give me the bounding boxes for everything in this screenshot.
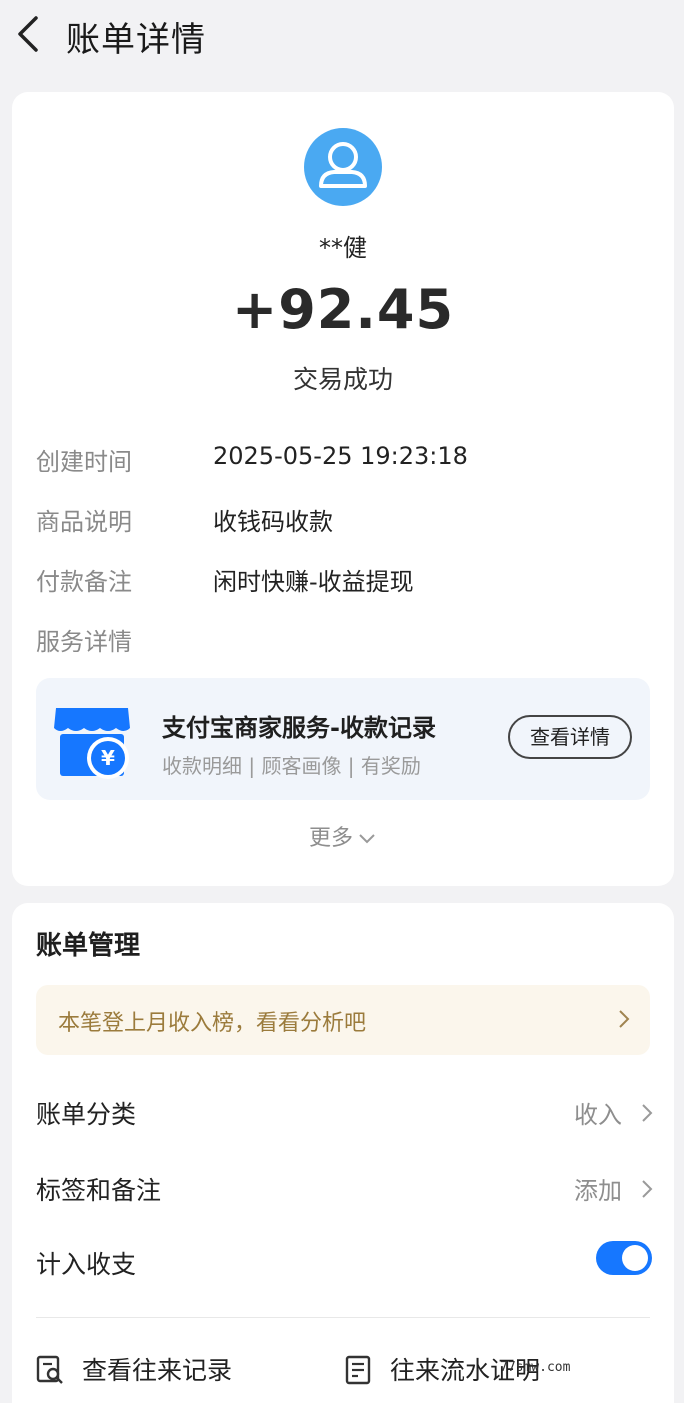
transaction-status: 交易成功 bbox=[292, 365, 393, 394]
detail-value: 收钱码收款 bbox=[213, 508, 333, 536]
more-label: 更多 bbox=[308, 826, 353, 851]
detail-label: 付款备注 bbox=[36, 568, 132, 596]
bill-category-row[interactable]: 账单分类 收入 bbox=[36, 1083, 654, 1143]
divider bbox=[36, 1317, 650, 1318]
view-details-button[interactable]: 查看详情 bbox=[508, 715, 632, 759]
certificate-icon bbox=[345, 1355, 371, 1385]
service-subtitle: 收款明细 | 顾客画像 | 有奖励 bbox=[162, 754, 421, 778]
tags-remarks-row[interactable]: 标签和备注 添加 bbox=[36, 1159, 654, 1219]
shop-yuan-icon: ¥ bbox=[54, 708, 130, 779]
row-label: 账单分类 bbox=[36, 1100, 137, 1129]
back-button[interactable] bbox=[12, 14, 46, 54]
payer-name: **健 bbox=[319, 234, 367, 262]
detail-value: 2025-05-25 19:23:18 bbox=[213, 442, 468, 470]
chevron-right-icon bbox=[642, 1104, 653, 1122]
bill-management-card: 账单管理 本笔登上月收入榜，看看分析吧 账单分类 收入 标签和备注 添加 计入收… bbox=[12, 903, 674, 1403]
view-history-link[interactable]: 查看往来记录 bbox=[36, 1351, 276, 1391]
page-title: 账单详情 bbox=[66, 20, 206, 60]
section-title: 账单管理 bbox=[36, 931, 141, 961]
detail-row-service: 服务详情 bbox=[36, 622, 656, 662]
avatar[interactable] bbox=[304, 128, 382, 206]
svg-text:¥: ¥ bbox=[101, 746, 115, 770]
row-value: 收入 bbox=[574, 1101, 622, 1129]
detail-row-remark: 付款备注 闲时快赚-收益提现 bbox=[36, 562, 656, 602]
chevron-down-icon bbox=[359, 834, 375, 844]
detail-label: 服务详情 bbox=[36, 628, 132, 656]
row-value: 添加 bbox=[574, 1177, 622, 1205]
user-icon bbox=[319, 142, 367, 188]
toggle-knob bbox=[622, 1245, 648, 1271]
banner-text: 本笔登上月收入榜，看看分析吧 bbox=[58, 1011, 367, 1036]
income-rank-banner[interactable]: 本笔登上月收入榜，看看分析吧 bbox=[36, 985, 650, 1055]
detail-row-product: 商品说明 收钱码收款 bbox=[36, 502, 656, 542]
back-arrow-icon bbox=[18, 16, 38, 52]
more-toggle[interactable]: 更多 bbox=[12, 820, 674, 852]
detail-label: 创建时间 bbox=[36, 448, 132, 476]
detail-row-created-time: 创建时间 2025-05-25 19:23:18 bbox=[36, 442, 656, 482]
row-label: 标签和备注 bbox=[36, 1176, 162, 1205]
watermark: 77smw.com bbox=[500, 1360, 571, 1375]
transaction-card: **健 +92.45 交易成功 创建时间 2025-05-25 19:23:18… bbox=[12, 92, 674, 886]
row-label: 计入收支 bbox=[36, 1250, 137, 1279]
merchant-service-card[interactable]: ¥ 支付宝商家服务-收款记录 收款明细 | 顾客画像 | 有奖励 查看详情 bbox=[36, 678, 650, 800]
chevron-right-icon bbox=[619, 1010, 630, 1028]
transaction-amount: +92.45 bbox=[231, 278, 455, 341]
detail-label: 商品说明 bbox=[36, 508, 132, 536]
header-bar: 账单详情 bbox=[0, 0, 684, 70]
chevron-right-icon bbox=[642, 1180, 653, 1198]
include-in-stats-row: 计入收支 bbox=[36, 1233, 654, 1293]
detail-value: 闲时快赚-收益提现 bbox=[213, 568, 414, 596]
service-title: 支付宝商家服务-收款记录 bbox=[162, 714, 436, 742]
include-in-stats-toggle[interactable] bbox=[596, 1241, 652, 1275]
search-document-icon bbox=[36, 1355, 63, 1384]
